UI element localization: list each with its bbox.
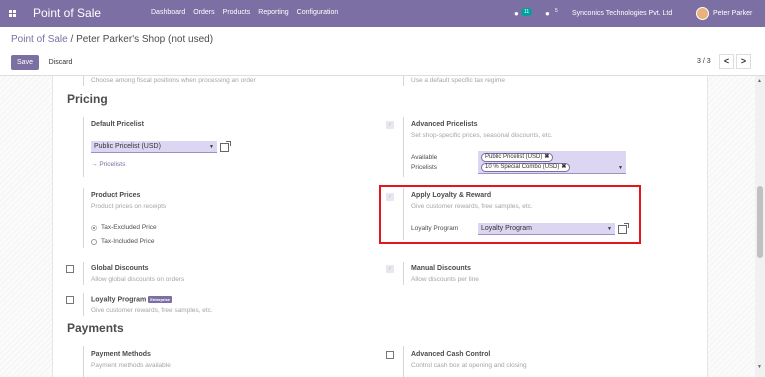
apps-menu-icon[interactable] [9, 10, 16, 17]
menu-reporting[interactable]: Reporting [258, 9, 288, 16]
scrollbar-thumb[interactable] [757, 186, 763, 258]
tax-regime-desc: Use a default specific tax regime [411, 77, 505, 84]
menu-dashboard[interactable]: Dashboard [151, 9, 185, 16]
breadcrumb-root[interactable]: Point of Sale [11, 34, 68, 45]
tax-included-radio[interactable] [91, 239, 97, 245]
setting-divider [403, 117, 404, 177]
setting-divider [403, 262, 404, 285]
manual-discounts-label: Manual Discounts [411, 265, 471, 272]
tax-excluded-radio[interactable] [91, 225, 97, 231]
tax-excluded-label: Tax-Excluded Price [101, 224, 157, 231]
pricelists-link-label: Pricelists [99, 161, 126, 168]
enterprise-badge: Enterprise [148, 296, 173, 303]
payment-methods-desc: Payment methods available [91, 362, 171, 369]
fiscal-position-desc: Choose among fiscal positions when proce… [91, 77, 256, 84]
pager-previous-button[interactable]: < [719, 54, 734, 69]
global-discounts-checkbox[interactable] [66, 265, 74, 273]
chevron-down-icon: ▼ [209, 144, 214, 150]
pager-next-button[interactable]: > [736, 54, 751, 69]
breadcrumb-current: Peter Parker's Shop (not used) [76, 34, 214, 45]
pricelist-tag-label: 10 % Special Combo (USD) [485, 164, 560, 170]
global-discounts-desc: Allow global discounts on orders [91, 276, 185, 283]
remove-tag-icon[interactable]: ✖ [544, 154, 549, 160]
pricelist-tag[interactable]: 10 % Special Combo (USD) ✖ [481, 163, 571, 172]
loyalty-program-label-text: Loyalty Program [91, 296, 147, 304]
user-avatar[interactable] [696, 7, 709, 20]
top-navbar: Point of Sale Dashboard Orders Products … [0, 0, 765, 27]
setting-divider [403, 346, 404, 377]
product-prices-desc: Product prices on receipts [91, 203, 167, 210]
payment-methods-label: Payment Methods [91, 351, 151, 358]
app-title[interactable]: Point of Sale [33, 6, 101, 20]
loyalty-program-label: Loyalty Program Enterprise [91, 296, 173, 304]
setting-divider [83, 188, 84, 248]
pricelist-tag-label: Public Pricelist (USD) [485, 154, 543, 160]
remove-tag-icon[interactable]: ✖ [561, 164, 566, 170]
activity-icon[interactable]: ● [545, 9, 550, 18]
setting-divider [83, 76, 84, 86]
pricing-section-title: Pricing [67, 92, 108, 106]
main-menu: Dashboard Orders Products Reporting Conf… [151, 9, 338, 16]
available-pricelists-field[interactable]: Public Pricelist (USD) ✖ 10 % Special Com… [478, 151, 626, 174]
scroll-up-arrow-icon[interactable]: ▲ [757, 78, 762, 84]
advanced-pricelists-label: Advanced Pricelists [411, 121, 478, 128]
user-menu[interactable]: Peter Parker [713, 10, 752, 17]
setting-divider [83, 346, 84, 377]
default-pricelist-value: Public Pricelist (USD) [94, 143, 161, 150]
discard-button[interactable]: Discard [44, 55, 77, 70]
cash-control-label: Advanced Cash Control [411, 351, 491, 358]
activity-count: 5 [555, 8, 558, 14]
setting-divider [403, 76, 404, 86]
manual-discounts-desc: Allow discounts per line [411, 276, 479, 283]
product-prices-label: Product Prices [91, 192, 141, 199]
default-pricelist-select[interactable]: Public Pricelist (USD) ▼ [91, 141, 217, 153]
loyalty-program-desc: Give customer rewards, free samples, etc… [91, 307, 213, 314]
pager-value[interactable]: 3 / 3 [697, 58, 711, 65]
manual-discounts-checkbox[interactable]: ✓ [386, 265, 394, 273]
setting-divider [83, 262, 84, 285]
setting-divider [83, 293, 84, 316]
available-pricelists-label: Available Pricelists [411, 154, 438, 171]
global-discounts-label: Global Discounts [91, 265, 149, 272]
setting-divider [83, 117, 84, 177]
default-pricelist-label: Default Pricelist [91, 121, 144, 128]
advanced-pricelists-checkbox[interactable]: ✓ [386, 121, 394, 129]
pricelist-tag[interactable]: Public Pricelist (USD) ✖ [481, 153, 554, 162]
company-switcher[interactable]: Synconics Technologies Pvt. Ltd [572, 10, 672, 17]
chat-icon[interactable]: ● [514, 9, 519, 18]
menu-orders[interactable]: Orders [193, 9, 214, 16]
chevron-down-icon: ▼ [618, 165, 623, 171]
menu-products[interactable]: Products [223, 9, 251, 16]
pricelists-link[interactable]: → Pricelists [91, 161, 125, 168]
breadcrumb: Point of Sale / Peter Parker's Shop (not… [11, 34, 213, 45]
save-button[interactable]: Save [11, 55, 39, 70]
menu-configuration[interactable]: Configuration [297, 9, 339, 16]
loyalty-program-checkbox[interactable] [66, 296, 74, 304]
cash-control-checkbox[interactable] [386, 351, 394, 359]
payments-section-title: Payments [67, 321, 124, 335]
scroll-down-arrow-icon[interactable]: ▼ [757, 364, 762, 370]
advanced-pricelists-desc: Set shop-specific prices, seasonal disco… [411, 132, 553, 139]
highlight-box [379, 185, 641, 244]
breadcrumb-separator: / [67, 34, 77, 45]
external-link-icon[interactable] [220, 141, 231, 152]
cash-control-desc: Control cash box at opening and closing [411, 362, 527, 369]
tax-included-label: Tax-Included Price [101, 238, 155, 245]
chat-badge: 11 [521, 8, 533, 16]
